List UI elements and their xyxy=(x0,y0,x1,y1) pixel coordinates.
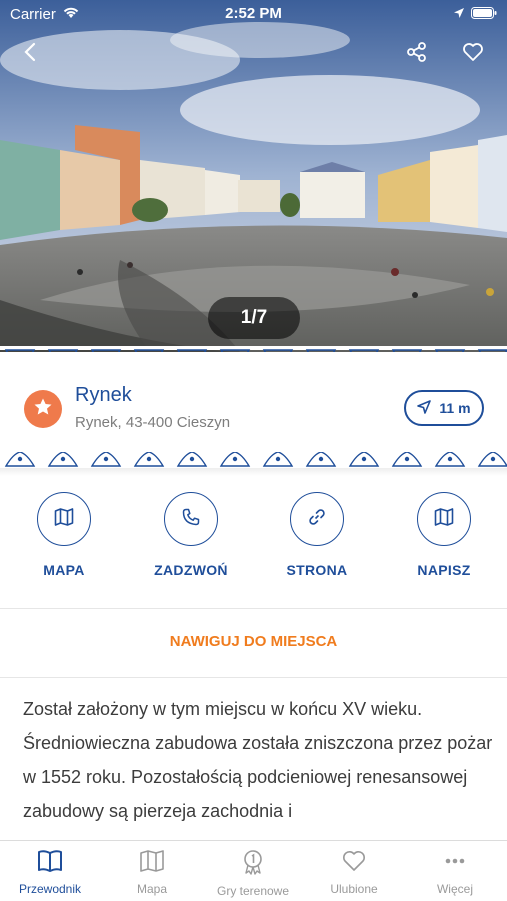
back-button[interactable] xyxy=(14,38,46,70)
clock: 2:52 PM xyxy=(225,5,282,22)
distance-button[interactable]: 11 m xyxy=(404,390,484,426)
tab-favorites-label: Ulubione xyxy=(330,882,378,896)
more-icon xyxy=(442,858,468,877)
write-action-button[interactable]: NAPISZ xyxy=(399,492,489,578)
status-bar: Carrier 2:52 PM xyxy=(0,0,507,28)
phone-icon xyxy=(182,508,200,531)
tab-map[interactable]: Mapa xyxy=(102,849,202,896)
map-icon xyxy=(434,507,454,531)
heart-icon xyxy=(462,42,484,67)
share-button[interactable] xyxy=(401,38,433,70)
book-icon xyxy=(37,850,63,877)
chevron-left-icon xyxy=(23,42,37,67)
battery-icon xyxy=(471,6,497,23)
website-action-label: STRONA xyxy=(286,562,348,578)
medal-icon xyxy=(240,850,266,879)
call-action-label: ZADZWOŃ xyxy=(154,562,228,578)
tab-guide[interactable]: Przewodnik xyxy=(0,849,100,896)
tab-more-label: Więcej xyxy=(436,882,473,896)
share-icon xyxy=(406,41,428,68)
write-action-label: NAPISZ xyxy=(417,562,471,578)
tab-more[interactable]: Więcej xyxy=(405,849,505,896)
star-icon xyxy=(33,397,53,422)
tab-field-games-label: Gry terenowe xyxy=(216,884,290,898)
website-action-button[interactable]: STRONA xyxy=(272,492,362,578)
tab-field-games[interactable]: Gry terenowe xyxy=(203,849,303,898)
map-icon xyxy=(139,850,165,877)
call-action-button[interactable]: ZADZWOŃ xyxy=(146,492,236,578)
distance-label: 11 m xyxy=(439,400,471,416)
gallery-pager: 1/7 xyxy=(208,297,300,339)
tab-bar: Przewodnik Mapa Gry terenowe Ulubione Wi… xyxy=(0,840,507,901)
place-address: Rynek, 43-400 Cieszyn xyxy=(75,414,231,431)
place-category-badge xyxy=(24,390,62,428)
map-action-label: MAPA xyxy=(43,562,85,578)
section-shadow xyxy=(0,468,507,476)
navigate-button[interactable]: NAWIGUJ DO MIEJSCA xyxy=(0,633,507,650)
link-icon xyxy=(308,508,326,531)
tab-guide-label: Przewodnik xyxy=(18,882,82,896)
location-arrow-icon xyxy=(453,6,465,23)
folk-pattern-border-bottom xyxy=(4,451,507,467)
map-action-button[interactable]: MAPA xyxy=(19,492,109,578)
tab-favorites[interactable]: Ulubione xyxy=(304,849,404,896)
divider xyxy=(0,677,507,678)
map-icon xyxy=(54,507,74,531)
heart-icon xyxy=(341,851,367,877)
favorite-button[interactable] xyxy=(457,38,489,70)
navigation-arrow-icon xyxy=(417,399,432,417)
divider xyxy=(0,608,507,609)
place-title: Rynek xyxy=(75,384,132,406)
place-description: Został założony w tym miejscu w końcu XV… xyxy=(23,699,493,821)
tab-map-label: Mapa xyxy=(136,882,168,896)
hero-gallery[interactable]: Carrier 2:52 PM 1/7 xyxy=(0,0,507,352)
